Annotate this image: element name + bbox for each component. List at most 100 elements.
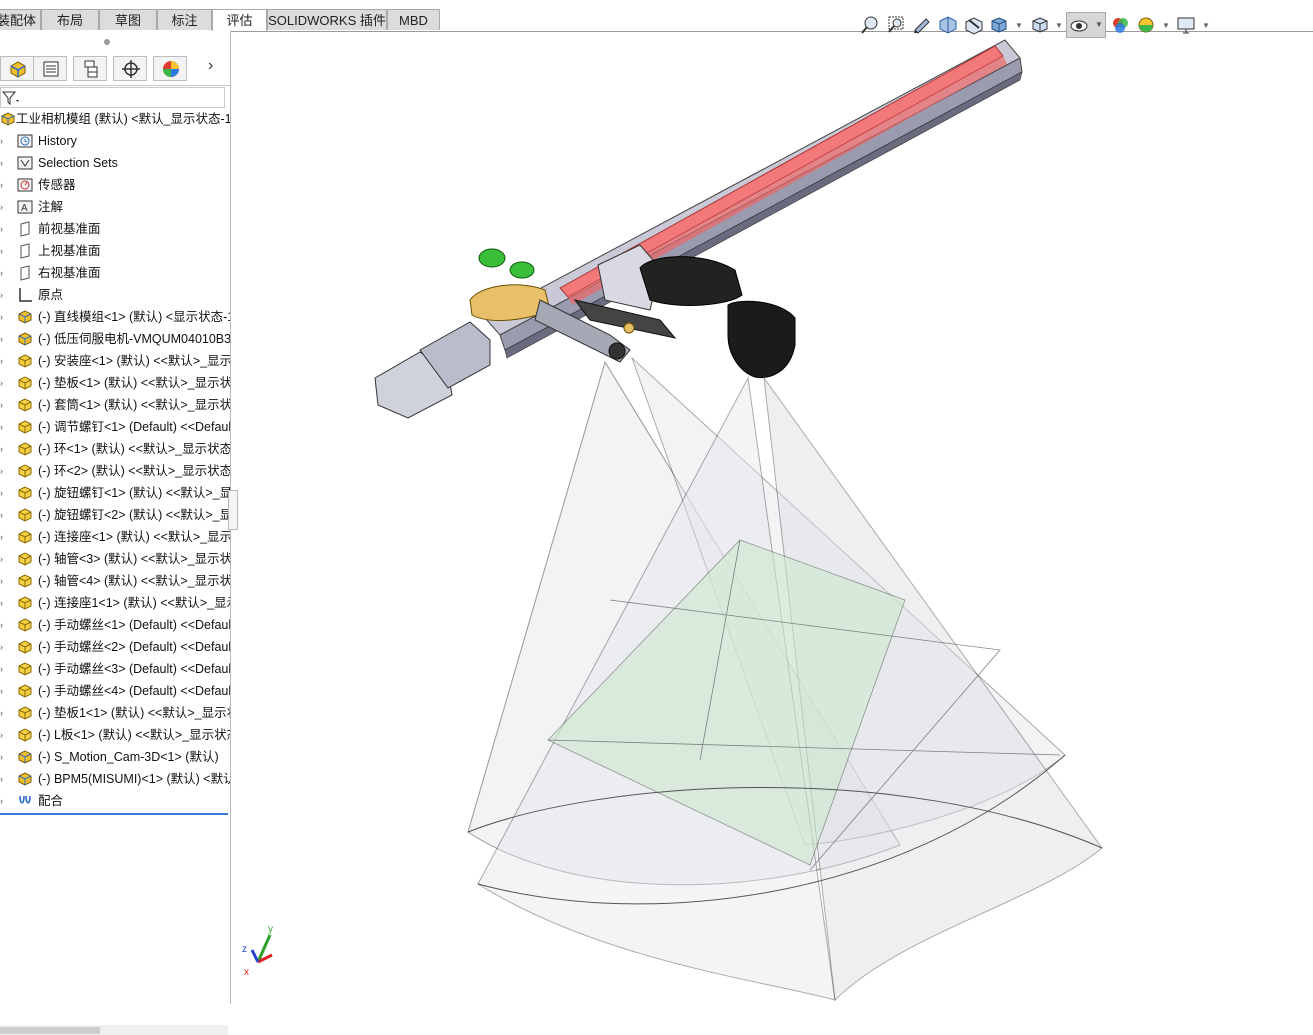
- property-manager-icon: [43, 61, 59, 77]
- tab-assembly[interactable]: 装配体: [0, 9, 41, 30]
- tree-item[interactable]: › (-) 调节螺钉<1> (Default) <<Default>_Displa…: [0, 416, 230, 438]
- tree-item[interactable]: › 上视基准面: [0, 240, 230, 262]
- expand-arrow-icon[interactable]: ›: [0, 460, 6, 482]
- tree-item[interactable]: › (-) 套筒<1> (默认) <<默认>_显示状态 1>: [0, 394, 230, 416]
- expand-arrow-icon[interactable]: ›: [0, 724, 6, 746]
- chevron-right-icon[interactable]: ›: [208, 57, 213, 75]
- tree-item[interactable]: › (-) 安装座<1> (默认) <<默认>_显示状态 1>: [0, 350, 230, 372]
- dimxpert-tab[interactable]: [113, 56, 147, 81]
- expand-arrow-icon[interactable]: ›: [0, 372, 6, 394]
- apply-scene-dropdown[interactable]: ▼: [1162, 21, 1170, 30]
- expand-arrow-icon[interactable]: ›: [0, 152, 6, 174]
- tree-item[interactable]: › (-) 手动螺丝<1> (Default) <<Default>_Displa…: [0, 614, 230, 636]
- expand-arrow-icon[interactable]: ›: [0, 350, 6, 372]
- tree-item[interactable]: › (-) 连接座1<1> (默认) <<默认>_显示状态 1>: [0, 592, 230, 614]
- tree-horizontal-scrollbar[interactable]: [0, 1025, 228, 1035]
- tree-item[interactable]: › (-) 旋钮螺钉<2> (默认) <<默认>_显示状态 1>: [0, 504, 230, 526]
- part-icon: [18, 596, 32, 610]
- expand-arrow-icon[interactable]: ›: [0, 746, 6, 768]
- hide-show-dropdown[interactable]: ▼: [1055, 21, 1063, 30]
- tree-item[interactable]: › (-) 旋钮螺钉<1> (默认) <<默认>_显示状态 1>: [0, 482, 230, 504]
- tree-item[interactable]: › A 注解: [0, 196, 230, 218]
- tree-filter-box[interactable]: [0, 87, 225, 108]
- expand-arrow-icon[interactable]: ›: [0, 658, 6, 680]
- expand-arrow-icon[interactable]: ›: [0, 702, 6, 724]
- tree-item[interactable]: › (-) 连接座<1> (默认) <<默认>_显示状态 1>: [0, 526, 230, 548]
- feature-manager-icon: [10, 61, 26, 78]
- panel-grip-dot[interactable]: [104, 39, 110, 45]
- tab-markup[interactable]: 标注: [157, 9, 212, 30]
- expand-arrow-icon[interactable]: ›: [0, 680, 6, 702]
- expand-arrow-icon[interactable]: ›: [0, 240, 6, 262]
- expand-arrow-icon[interactable]: ›: [0, 614, 6, 636]
- tree-item[interactable]: › (-) 手动螺丝<4> (Default) <<Default>_Displa…: [0, 680, 230, 702]
- tree-item-label: History: [38, 134, 77, 148]
- expand-arrow-icon[interactable]: ›: [0, 548, 6, 570]
- tree-item[interactable]: › (-) 轴管<3> (默认) <<默认>_显示状态 1>: [0, 548, 230, 570]
- tree-item[interactable]: › (-) 垫板1<1> (默认) <<默认>_显示状态 1>: [0, 702, 230, 724]
- tree-item[interactable]: › (-) 环<1> (默认) <<默认>_显示状态 1>: [0, 438, 230, 460]
- expand-arrow-icon[interactable]: ›: [0, 174, 6, 196]
- tab-solidworks-addins[interactable]: SOLIDWORKS 插件: [267, 9, 387, 30]
- feature-manager-tab[interactable]: [0, 56, 34, 81]
- subassembly-icon: [18, 310, 32, 324]
- tree-root[interactable]: 工业相机模组 (默认) <默认_显示状态-1>: [0, 108, 230, 130]
- expand-arrow-icon[interactable]: ›: [0, 306, 6, 328]
- tree-item-label: (-) 旋钮螺钉<1> (默认) <<默认>_显示状态 1>: [38, 486, 230, 500]
- expand-arrow-icon[interactable]: ›: [0, 416, 6, 438]
- tree-item-label: (-) 直线模组<1> (默认) <显示状态-1>: [38, 310, 230, 324]
- tree-item[interactable]: › (-) 环<2> (默认) <<默认>_显示状态 1>: [0, 460, 230, 482]
- display-style-dropdown[interactable]: ▼: [1015, 21, 1023, 30]
- tree-item[interactable]: › (-) S_Motion_Cam-3D<1> (默认): [0, 746, 230, 768]
- tree-item[interactable]: › (-) 垫板<1> (默认) <<默认>_显示状态 1>: [0, 372, 230, 394]
- tree-item[interactable]: › (-) 轴管<4> (默认) <<默认>_显示状态 1>: [0, 570, 230, 592]
- tree-item[interactable]: › (-) 手动螺丝<3> (Default) <<Default>_Displa…: [0, 658, 230, 680]
- expand-arrow-icon[interactable]: ›: [0, 504, 6, 526]
- tree-item[interactable]: › (-) 低压伺服电机-VMQUM04010B3: [0, 328, 230, 350]
- tree-item[interactable]: › History: [0, 130, 230, 152]
- expand-arrow-icon[interactable]: ›: [0, 394, 6, 416]
- tree-item-label: Selection Sets: [38, 156, 118, 170]
- tree-item[interactable]: › 右视基准面: [0, 262, 230, 284]
- expand-arrow-icon[interactable]: ›: [0, 482, 6, 504]
- expand-arrow-icon[interactable]: ›: [0, 636, 6, 658]
- tree-item[interactable]: › (-) 直线模组<1> (默认) <显示状态-1>: [0, 306, 230, 328]
- tree-item[interactable]: › (-) BPM5(MISUMI)<1> (默认) <默认_显示状态-1>: [0, 768, 230, 790]
- tree-item[interactable]: › Selection Sets: [0, 152, 230, 174]
- expand-arrow-icon[interactable]: ›: [0, 570, 6, 592]
- expand-arrow-icon[interactable]: ›: [0, 130, 6, 152]
- tree-item[interactable]: › (-) 手动螺丝<2> (Default) <<Default>_Displa…: [0, 636, 230, 658]
- tab-sketch[interactable]: 草图: [99, 9, 157, 30]
- expand-arrow-icon[interactable]: ›: [0, 284, 6, 306]
- selection-sets-icon: [17, 156, 33, 170]
- expand-arrow-icon[interactable]: ›: [0, 768, 6, 790]
- tree-item[interactable]: › 原点: [0, 284, 230, 306]
- scrollbar-thumb[interactable]: [0, 1027, 100, 1034]
- part-icon: [18, 464, 32, 478]
- tab-mbd[interactable]: MBD: [387, 9, 440, 30]
- expand-arrow-icon[interactable]: ›: [0, 262, 6, 284]
- expand-arrow-icon[interactable]: ›: [0, 790, 6, 812]
- history-folder-icon: [17, 134, 33, 148]
- expand-arrow-icon[interactable]: ›: [0, 328, 6, 350]
- graphics-viewport[interactable]: y x z: [231, 32, 1313, 1004]
- configuration-manager-tab[interactable]: [73, 56, 107, 81]
- tab-evaluate[interactable]: 评估: [212, 9, 267, 31]
- display-manager-tab[interactable]: [153, 56, 187, 81]
- tab-layout[interactable]: 布局: [41, 9, 99, 30]
- tree-item-label: (-) 手动螺丝<2> (Default) <<Default>_Display…: [38, 640, 230, 654]
- expand-arrow-icon[interactable]: ›: [0, 526, 6, 548]
- linear-module-model[interactable]: [374, 39, 1023, 419]
- tree-item[interactable]: › 传感器: [0, 174, 230, 196]
- tree-item[interactable]: › 配合: [0, 790, 230, 812]
- expand-arrow-icon[interactable]: ›: [0, 196, 6, 218]
- part-icon: [18, 728, 32, 742]
- expand-arrow-icon[interactable]: ›: [0, 218, 6, 240]
- tree-item[interactable]: › (-) L板<1> (默认) <<默认>_显示状态 1>: [0, 724, 230, 746]
- expand-arrow-icon[interactable]: ›: [0, 592, 6, 614]
- monitor-dropdown[interactable]: ▼: [1202, 21, 1210, 30]
- sensor-icon: [17, 178, 33, 192]
- tree-item[interactable]: › 前视基准面: [0, 218, 230, 240]
- expand-arrow-icon[interactable]: ›: [0, 438, 6, 460]
- property-manager-tab[interactable]: [33, 56, 67, 81]
